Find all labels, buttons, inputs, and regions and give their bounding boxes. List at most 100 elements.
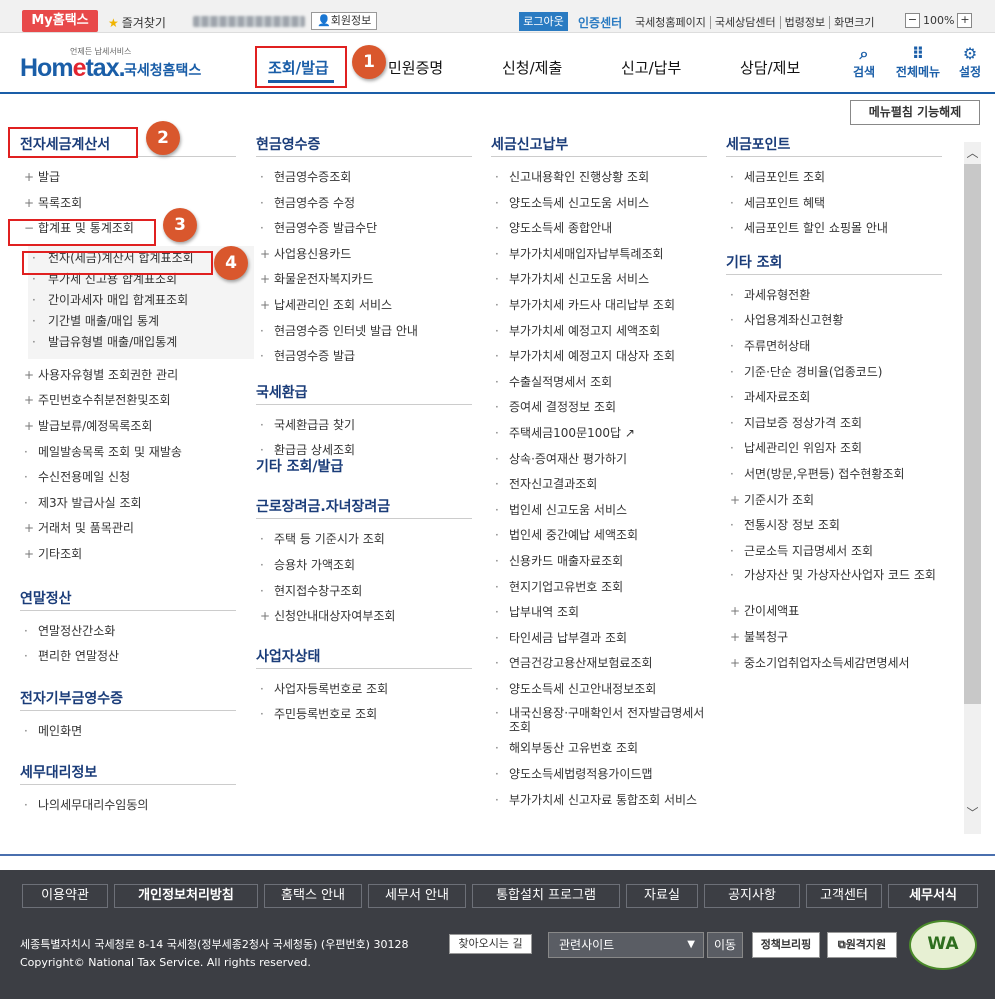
- menu-item-other-inquiry[interactable]: + 기준시가 조회: [726, 492, 942, 518]
- cert-center-link[interactable]: 인증센터: [578, 14, 622, 31]
- footer-privacy-link[interactable]: 개인정보처리방침: [114, 884, 258, 908]
- law-info-link[interactable]: 법령정보: [779, 16, 830, 29]
- menu-expand-toggle-button[interactable]: 메뉴펼침 기능해제: [850, 100, 980, 125]
- menu-item-tax-manager[interactable]: + 납세관리인 조회 서비스: [256, 297, 472, 323]
- menu-item-tax-report[interactable]: · 신용카드 매출자료조회: [491, 553, 707, 579]
- menu-item-online-issue-guide[interactable]: · 현금영수증 인터넷 발급 안내: [256, 323, 472, 349]
- menu-item-tax-report[interactable]: · 연금건강고용산재보험료조회: [491, 655, 707, 681]
- menu-item-tax-report[interactable]: · 양도소득세 신고도움 서비스: [491, 195, 707, 221]
- menu-item-tax-report[interactable]: · 부가가치세 신고도움 서비스: [491, 271, 707, 297]
- member-info-button[interactable]: 👤회원정보: [311, 12, 378, 30]
- menu-item-tax-point-mall[interactable]: · 세금포인트 할인 쇼핑몰 안내: [726, 220, 942, 246]
- menu-item-other-inquiry[interactable]: · 전통시장 정보 조회: [726, 517, 942, 543]
- menu-item-tax-report[interactable]: · 부가가치세 신고자료 통합조회 서비스: [491, 792, 707, 818]
- menu-item-refund-find[interactable]: · 국세환급금 찾기: [256, 417, 472, 443]
- footer-archive-link[interactable]: 자료실: [626, 884, 698, 908]
- menu-item-third-party[interactable]: · 제3자 발급사실 조회: [20, 495, 236, 521]
- menu-item-main-screen[interactable]: · 메인화면: [20, 723, 236, 749]
- search-button[interactable]: ⌕ 검색: [844, 45, 884, 80]
- menu-item-client-items[interactable]: + 거래처 및 품목관리: [20, 520, 236, 546]
- footer-install-link[interactable]: 통합설치 프로그램: [472, 884, 620, 908]
- menu-item-cash-receipt-issue[interactable]: · 현금영수증 발급: [256, 348, 472, 374]
- logout-button[interactable]: 로그아웃: [519, 12, 568, 31]
- section-title-year-end[interactable]: 연말정산: [20, 588, 236, 610]
- menu-item-mail-resend[interactable]: · 메일발송목록 조회 및 재발송: [20, 444, 236, 470]
- menu-item-other-inquiry[interactable]: · 서면(방문,우편등) 접수현황조회: [726, 466, 942, 492]
- menu-item-tax-report[interactable]: · 납부내역 조회: [491, 604, 707, 630]
- menu-item-tax-report[interactable]: · 법인세 신고도움 서비스: [491, 502, 707, 528]
- section-title-tax-report-payment[interactable]: 세금신고납부: [491, 134, 707, 156]
- menu-item-tax-report[interactable]: · 법인세 중간예납 세액조회: [491, 527, 707, 553]
- submenu-item-type-stats[interactable]: · 발급유형별 매출/매입통계: [28, 334, 254, 355]
- menu-item-brn-inquiry[interactable]: · 사업자등록번호로 조회: [256, 681, 472, 707]
- section-title-earned-income-credit[interactable]: 근로장려금.자녀장려금: [256, 496, 472, 518]
- nts-homepage-link[interactable]: 국세청홈페이지: [631, 16, 710, 29]
- menu-item-tax-point-inquiry[interactable]: · 세금포인트 조회: [726, 169, 942, 195]
- submenu-item-period-stats[interactable]: · 기간별 매출/매입 통계: [28, 313, 254, 334]
- section-title-cash-receipt[interactable]: 현금영수증: [256, 134, 472, 156]
- menu-item-other-inquiry[interactable]: · 과세유형전환: [726, 287, 942, 313]
- menu-item-tax-report[interactable]: · 주택세금100문100답 ↗: [491, 425, 707, 451]
- menu-item-rrn-inquiry[interactable]: · 주민등록번호로 조회: [256, 706, 472, 732]
- zoom-in-button[interactable]: +: [957, 13, 973, 28]
- gnb-apply-submit[interactable]: 신청/제출: [502, 57, 562, 83]
- gnb-consult-report[interactable]: 상담/제보: [740, 57, 800, 83]
- footer-tax-office-link[interactable]: 세무서 안내: [368, 884, 466, 908]
- menu-item-issue[interactable]: + 발급: [20, 169, 236, 195]
- section-title-other-inquiry-issue[interactable]: 기타 조회/발급: [256, 456, 472, 478]
- menu-item-other-inquiry[interactable]: · 가상자산 및 가상자산사업자 코드 조회: [726, 568, 942, 603]
- section-title-donation-receipt[interactable]: 전자기부금영수증: [20, 688, 236, 710]
- chevron-up-icon[interactable]: ︿: [964, 144, 981, 162]
- all-menu-button[interactable]: ⠿ 전체메뉴: [894, 45, 942, 80]
- section-title-tax-agent[interactable]: 세무대리정보: [20, 762, 236, 784]
- menu-item-cash-receipt-means[interactable]: · 현금영수증 발급수단: [256, 220, 472, 246]
- footer-customer-link[interactable]: 고객센터: [806, 884, 882, 908]
- menu-item-other-inquiry[interactable]: · 기준·단순 경비율(업종코드): [726, 364, 942, 390]
- menu-item-easy-year-end[interactable]: · 편리한 연말정산: [20, 648, 236, 674]
- go-button[interactable]: 이동: [707, 932, 743, 958]
- menu-item-car-value[interactable]: · 승용차 가액조회: [256, 557, 472, 583]
- menu-item-other-inquiry[interactable]: · 사업용계좌신고현황: [726, 312, 942, 338]
- menu-item-tax-report[interactable]: · 해외부동산 고유번호 조회: [491, 740, 707, 766]
- footer-notice-link[interactable]: 공지사항: [704, 884, 800, 908]
- remote-support-button[interactable]: ⧉원격지원: [827, 932, 897, 958]
- menu-item-year-end-simple[interactable]: · 연말정산간소화: [20, 623, 236, 649]
- menu-item-tax-report[interactable]: · 부가가치세매입자납부특례조회: [491, 246, 707, 272]
- menu-item-other-inquiry[interactable]: · 주류면허상태: [726, 338, 942, 364]
- section-title-tax-refund[interactable]: 국세환급: [256, 382, 472, 404]
- scrollbar-thumb[interactable]: [964, 164, 981, 704]
- menu-item-local-counter[interactable]: · 현지접수창구조회: [256, 583, 472, 609]
- footer-hometax-guide-link[interactable]: 홈택스 안내: [264, 884, 362, 908]
- menu-item-agent-consent[interactable]: · 나의세무대리수임동의: [20, 797, 236, 823]
- menu-item-house-price[interactable]: · 주택 등 기준시가 조회: [256, 531, 472, 557]
- submenu-item-simple-taxpayer-summary[interactable]: · 간이과세자 매입 합계표조회: [28, 292, 254, 313]
- section-title-business-status[interactable]: 사업자상태: [256, 646, 472, 668]
- section-title-other-inquiry[interactable]: 기타 조회: [726, 252, 942, 274]
- favorites-link[interactable]: ★ 즐겨찾기: [108, 14, 166, 31]
- menu-item-rrn-convert[interactable]: + 주민번호수취분전환및조회: [20, 392, 236, 418]
- chevron-down-icon[interactable]: ﹀: [964, 804, 981, 822]
- policy-briefing-button[interactable]: 정책브리핑: [752, 932, 820, 958]
- menu-item-tax-report[interactable]: · 양도소득세 종합안내: [491, 220, 707, 246]
- menu-item-other-inquiry[interactable]: + 간이세액표: [726, 603, 942, 629]
- menu-item-cash-receipt-modify[interactable]: · 현금영수증 수정: [256, 195, 472, 221]
- footer-terms-link[interactable]: 이용약관: [22, 884, 108, 908]
- directions-button[interactable]: 찾아오시는 길: [449, 934, 532, 954]
- menu-item-tax-report[interactable]: · 부가가치세 카드사 대리납부 조회: [491, 297, 707, 323]
- menu-item-other-inquiry[interactable]: · 근로소득 지급명세서 조회: [726, 543, 942, 569]
- menu-item-cargo-driver-card[interactable]: + 화물운전자복지카드: [256, 271, 472, 297]
- menu-item-user-permission[interactable]: + 사용자유형별 조회권한 관리: [20, 367, 236, 393]
- menu-item-tax-report[interactable]: · 부가가치세 예정고지 대상자 조회: [491, 348, 707, 374]
- section-title-tax-point[interactable]: 세금포인트: [726, 134, 942, 156]
- settings-button[interactable]: ⚙ 설정: [950, 45, 990, 80]
- menu-item-tax-report[interactable]: · 양도소득세 신고안내정보조회: [491, 681, 707, 707]
- menu-item-tax-report[interactable]: · 신고내용확인 진행상황 조회: [491, 169, 707, 195]
- menu-item-other-inquiry[interactable]: · 과세자료조회: [726, 389, 942, 415]
- footer-tax-forms-link[interactable]: 세무서식: [888, 884, 978, 908]
- menu-item-other-inquiry[interactable]: + 불복청구: [726, 629, 942, 655]
- menu-item-other-inquiry[interactable]: + 중소기업취업자소득세감면명세서: [726, 655, 942, 681]
- gnb-report-pay[interactable]: 신고/납부: [621, 57, 681, 83]
- menu-item-tax-report[interactable]: · 내국신용장·구매확인서 전자발급명세서 조회: [491, 706, 707, 740]
- my-hometax-tab[interactable]: My홈택스: [22, 10, 98, 32]
- menu-item-tax-report[interactable]: · 현지기업고유번호 조회: [491, 579, 707, 605]
